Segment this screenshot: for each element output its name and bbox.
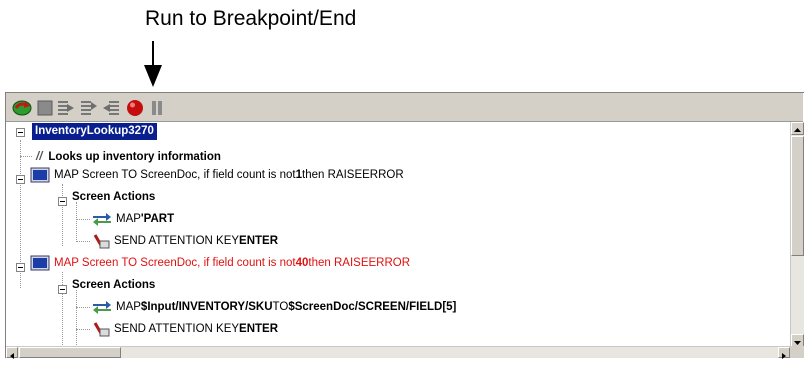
- step-text-end: then RAISEERROR: [302, 169, 404, 181]
- send-key-text: SEND ATTENTION KEY: [114, 323, 240, 335]
- send-key-text: SEND ATTENTION KEY: [114, 235, 240, 247]
- tree-root[interactable]: InventoryLookup3270: [32, 122, 157, 140]
- step-over-icon: [81, 101, 97, 115]
- scroll-right-icon: [782, 353, 786, 359]
- send-key-icon: [93, 234, 110, 249]
- tree-send-key-action[interactable]: SEND ATTENTION KEY ENTER: [92, 320, 278, 338]
- step-into-icon: [58, 101, 74, 115]
- tree-map-screen-step[interactable]: MAP Screen TO ScreenDoc, if field count …: [30, 166, 404, 184]
- comment-icon: //: [36, 151, 43, 163]
- send-key-value: ENTER: [239, 323, 279, 335]
- vertical-scroll-thumb[interactable]: [791, 136, 804, 256]
- map-to-text: TO: [272, 301, 289, 313]
- map-arrows-icon: [93, 213, 111, 226]
- expand-actions2-toggle[interactable]: [58, 285, 67, 294]
- step-into-button[interactable]: [56, 98, 76, 118]
- tree-map-action[interactable]: MAP 'PART: [92, 210, 174, 228]
- debug-toolbar: [6, 93, 803, 122]
- horizontal-scroll-thumb[interactable]: [19, 347, 121, 358]
- scroll-right-button[interactable]: [778, 347, 790, 359]
- vertical-scrollbar[interactable]: [790, 122, 804, 347]
- scroll-left-button[interactable]: [6, 347, 18, 359]
- horizontal-scrollbar[interactable]: [6, 346, 790, 359]
- screen-icon: [30, 167, 50, 183]
- scroll-left-icon: [10, 353, 14, 359]
- tree-send-key-action[interactable]: SEND ATTENTION KEY ENTER: [92, 232, 278, 250]
- step-out-button[interactable]: [102, 98, 122, 118]
- expand-actions1-toggle[interactable]: [58, 197, 67, 206]
- step-over-button[interactable]: [79, 98, 99, 118]
- scroll-up-button[interactable]: [791, 122, 804, 135]
- map-source: $Input/INVENTORY/SKU: [140, 301, 273, 313]
- map-value: 'PART: [140, 213, 175, 225]
- screen-icon: [30, 255, 50, 271]
- pause-button[interactable]: [147, 98, 167, 118]
- step-out-icon: [103, 101, 119, 115]
- step-text-end: then RAISEERROR: [308, 257, 411, 269]
- tree-map-screen-step-error[interactable]: MAP Screen TO ScreenDoc, if field count …: [30, 254, 410, 272]
- tree-screen-actions[interactable]: Screen Actions: [72, 276, 155, 294]
- map-text: MAP: [116, 301, 141, 313]
- root-label: InventoryLookup3270: [32, 122, 157, 140]
- step-text: MAP Screen TO ScreenDoc, if field count …: [54, 169, 296, 181]
- screen-actions-label: Screen Actions: [72, 279, 156, 291]
- stop-icon: [37, 100, 53, 116]
- script-tree[interactable]: InventoryLookup3270 // Looks up inventor…: [6, 122, 790, 347]
- pause-icon: [152, 101, 162, 115]
- expand-step2-toggle[interactable]: [16, 263, 25, 272]
- breakpoint-button[interactable]: [125, 98, 145, 118]
- comment-label: Looks up inventory information: [48, 151, 221, 163]
- run-to-breakpoint-button[interactable]: [12, 98, 32, 118]
- screen-actions-label: Screen Actions: [72, 191, 156, 203]
- breakpoint-icon: [127, 100, 143, 116]
- tree-comment[interactable]: // Looks up inventory information: [36, 148, 221, 166]
- step-field-count: 40: [295, 257, 309, 269]
- send-key-icon: [93, 322, 110, 337]
- scroll-up-icon: [794, 128, 801, 132]
- tree-map-action[interactable]: MAP $Input/INVENTORY/SKU TO $ScreenDoc/S…: [92, 298, 456, 316]
- debugger-window: InventoryLookup3270 // Looks up inventor…: [5, 92, 804, 359]
- scrollbar-corner: [790, 346, 804, 358]
- stop-button[interactable]: [35, 98, 55, 118]
- step-text: MAP Screen TO ScreenDoc, if field count …: [54, 257, 296, 269]
- map-arrows-icon: [93, 301, 111, 314]
- expand-step1-toggle[interactable]: [16, 175, 25, 184]
- tree-screen-actions[interactable]: Screen Actions: [72, 188, 155, 206]
- send-key-value: ENTER: [239, 235, 279, 247]
- map-destination: $ScreenDoc/SCREEN/FIELD[5]: [288, 301, 457, 313]
- callout-arrow: [144, 41, 162, 87]
- expand-root-toggle[interactable]: [16, 128, 25, 137]
- run-to-breakpoint-icon: [12, 100, 32, 116]
- run-to-breakpoint-callout: Run to Breakpoint/End: [145, 7, 357, 30]
- map-text: MAP: [116, 213, 141, 225]
